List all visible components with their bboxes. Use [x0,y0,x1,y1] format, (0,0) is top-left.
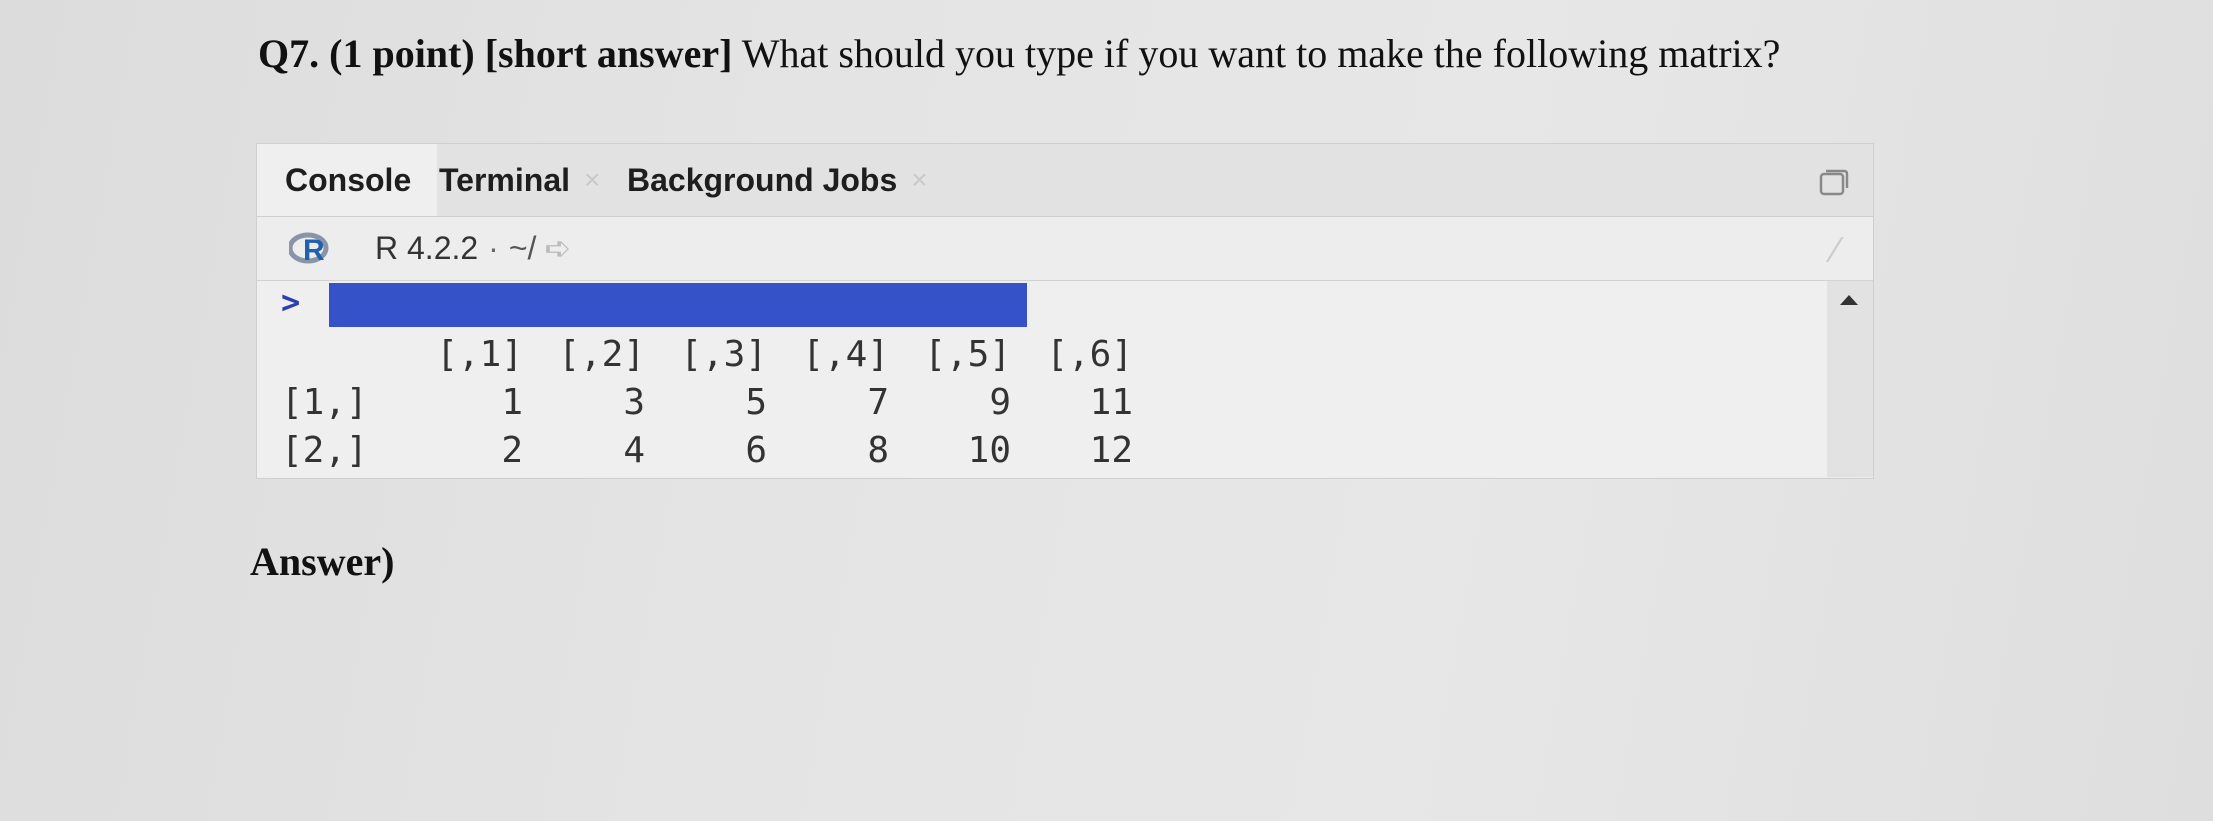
console-prompt: > [281,283,301,321]
question-text: Q7. (1 point) [short answer] What should… [258,30,1780,77]
r-version-path: R 4.2.2 · ~/➪ [375,229,571,267]
tab-background-jobs-label: Background Jobs [627,161,898,198]
tab-terminal[interactable]: Terminal × [439,144,619,216]
row-header: [1,] [281,382,368,423]
go-to-directory-icon[interactable]: ➪ [544,230,571,266]
col-header: [,4] [802,334,889,375]
col-header: [,2] [558,334,645,375]
matrix-row: [1,] 1 3 5 7 9 11 [281,379,1133,427]
tab-background-jobs-close-icon[interactable]: × [911,164,927,196]
r-logo-icon: R [289,232,329,265]
matrix-row: [2,] 2 4 6 8 10 12 [281,427,1133,475]
pane-tab-bar: Console Terminal × Background Jobs × [257,144,1873,217]
tab-terminal-label: Terminal [439,161,570,198]
console-output[interactable]: > [,1] [,2] [,3] [,4] [,5] [,6] [1,] 1 3… [257,281,1827,477]
col-header: [,3] [680,334,767,375]
matrix-cell: 3 [623,382,645,423]
r-logo-letter: R [303,234,325,265]
tab-console[interactable]: Console [257,144,437,216]
matrix-header-row: [,1] [,2] [,3] [,4] [,5] [,6] [281,331,1133,379]
col-header: [,5] [924,334,1011,375]
rstudio-console-pane: Console Terminal × Background Jobs × R R… [256,143,1874,479]
question-body: What should you type if you want to make… [741,31,1781,76]
col-header: [,6] [1046,334,1133,375]
matrix-cell: 2 [501,430,523,471]
question-number: Q7. [258,31,320,76]
matrix-cell: 11 [1089,382,1133,423]
col-header: [,1] [436,334,523,375]
matrix-cell: 9 [989,382,1011,423]
row-header: [2,] [281,430,368,471]
question-points: (1 point) [329,31,475,76]
maximize-icon[interactable] [1819,166,1849,196]
separator: · [488,230,499,266]
matrix-cell: 4 [623,430,645,471]
tab-background-jobs[interactable]: Background Jobs × [627,144,987,216]
r-version: R 4.2.2 [375,230,479,266]
matrix-cell: 5 [745,382,767,423]
tab-console-label: Console [285,161,412,198]
console-toolbar: R R 4.2.2 · ~/➪ ⁄ [257,217,1873,281]
matrix-cell: 6 [745,430,767,471]
redacted-command-highlight [329,283,1027,327]
clear-console-icon[interactable]: ⁄ [1833,229,1839,271]
console-scrollbar[interactable] [1827,281,1873,477]
matrix-cell: 7 [867,382,889,423]
matrix-cell: 12 [1089,430,1133,471]
matrix-cell: 10 [967,430,1011,471]
scroll-up-icon[interactable] [1840,295,1858,305]
matrix-cell: 8 [867,430,889,471]
matrix-output: [,1] [,2] [,3] [,4] [,5] [,6] [1,] 1 3 5… [281,331,1133,475]
tab-terminal-close-icon[interactable]: × [584,164,600,196]
matrix-cell: 1 [501,382,523,423]
question-type: [short answer] [484,31,733,76]
answer-label: Answer) [250,539,395,584]
working-directory[interactable]: ~/ [509,230,537,266]
